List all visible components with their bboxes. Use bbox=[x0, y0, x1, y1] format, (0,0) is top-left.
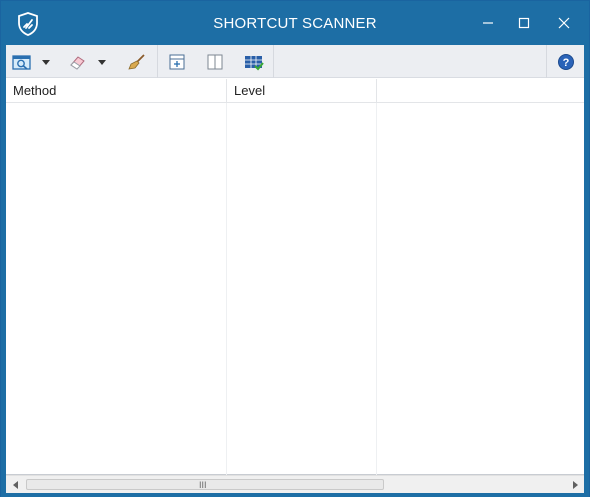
help-icon: ? bbox=[558, 54, 574, 70]
column-header-details[interactable] bbox=[377, 79, 584, 103]
split-view-button[interactable] bbox=[202, 50, 228, 74]
app-window: SHORTCUT SCANNER ? Method Level III bbox=[0, 0, 590, 497]
results-list[interactable]: Method Level bbox=[6, 78, 584, 475]
clean-button[interactable] bbox=[124, 50, 150, 74]
toolbar: ? bbox=[6, 45, 584, 78]
split-view-icon bbox=[207, 54, 223, 70]
scroll-left-button[interactable] bbox=[6, 476, 24, 493]
close-icon bbox=[558, 17, 570, 29]
toolbar-group-scan bbox=[6, 45, 158, 78]
report-table-icon bbox=[245, 56, 264, 71]
toolbar-group-help: ? bbox=[546, 45, 584, 78]
scrollbar-thumb[interactable]: III bbox=[26, 479, 384, 490]
column-divider bbox=[376, 103, 377, 475]
help-button[interactable]: ? bbox=[553, 50, 579, 74]
svg-text:?: ? bbox=[563, 57, 570, 69]
title-bar[interactable]: SHORTCUT SCANNER bbox=[1, 1, 589, 45]
chevron-down-icon bbox=[42, 59, 50, 65]
scan-icon bbox=[12, 55, 31, 70]
maximize-button[interactable] bbox=[502, 1, 546, 45]
column-header-level[interactable]: Level bbox=[227, 79, 377, 103]
column-divider bbox=[226, 103, 227, 475]
erase-button[interactable] bbox=[65, 50, 91, 74]
window-frame-bottom bbox=[1, 493, 589, 497]
column-header-method[interactable]: Method bbox=[6, 79, 227, 103]
arrow-left-icon bbox=[12, 480, 18, 489]
expand-panel-icon bbox=[169, 54, 185, 70]
report-button[interactable] bbox=[241, 50, 267, 74]
maximize-icon bbox=[518, 17, 530, 29]
minimize-icon bbox=[483, 22, 493, 24]
erase-dropdown[interactable] bbox=[96, 50, 108, 74]
eraser-icon bbox=[70, 56, 85, 70]
chevron-down-icon bbox=[98, 59, 106, 65]
scan-button[interactable] bbox=[9, 50, 35, 74]
expand-panel-button[interactable] bbox=[164, 50, 190, 74]
table-header: Method Level bbox=[6, 79, 584, 103]
scan-dropdown[interactable] bbox=[40, 50, 52, 74]
grip-icon: III bbox=[199, 480, 207, 490]
close-button[interactable] bbox=[542, 1, 586, 45]
toolbar-group-view bbox=[158, 45, 274, 78]
arrow-right-icon bbox=[572, 480, 578, 489]
horizontal-scrollbar[interactable]: III bbox=[6, 475, 584, 493]
scroll-right-button[interactable] bbox=[566, 476, 584, 493]
broom-icon bbox=[128, 54, 145, 70]
